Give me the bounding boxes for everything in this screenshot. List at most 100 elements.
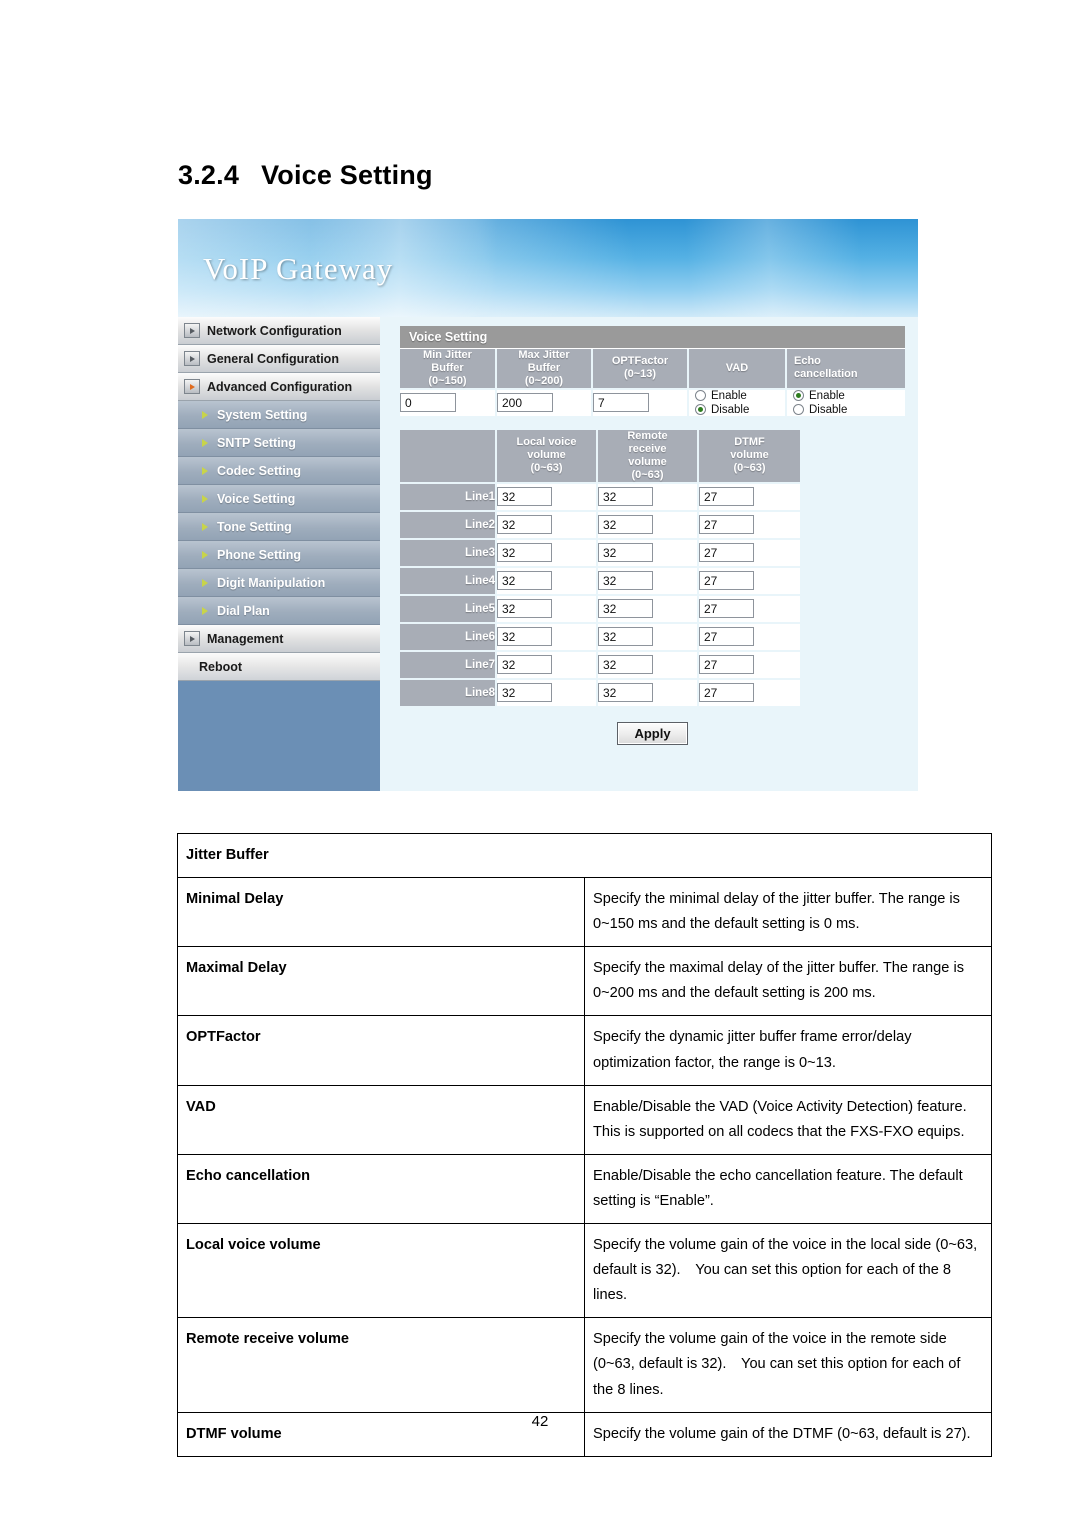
sidebar-item-label: System Setting [217,407,308,422]
remote-volume-input[interactable]: 32 [598,515,653,535]
sidebar-item-label: Digit Manipulation [217,575,326,590]
voip-gateway-screenshot: VoIP Gateway Network Configuration Genera… [178,219,918,791]
cell-echo-cancellation: Enable Disable [786,388,905,418]
sidebar-item-label: General Configuration [207,351,339,366]
cell-max-jitter-buffer: 200 [496,388,593,418]
dtmf-volume-input[interactable]: 27 [699,515,754,535]
echo-disable-radio[interactable]: Disable [793,404,905,416]
sidebar-subitem-0[interactable]: System Setting [178,401,380,429]
table-header-row: Min Jitter Buffer (0~150) Max Jitter Buf… [400,349,905,390]
local-volume-input[interactable]: 32 [497,571,552,591]
apply-button-container: Apply [400,708,905,745]
local-volume-input[interactable]: 32 [497,515,552,535]
table-header-row: Local voice volume (0~63) Remote receive… [400,429,800,484]
doc-row: OPTFactor Specify the dynamic jitter buff… [177,1015,992,1086]
local-volume-input[interactable]: 32 [497,683,552,703]
remote-volume-input[interactable]: 32 [598,599,653,619]
triangle-right-icon [202,606,208,615]
line-label: Line7 [400,650,497,680]
local-volume-input[interactable]: 32 [497,599,552,619]
remote-volume-input[interactable]: 32 [598,543,653,563]
sidebar-item-management[interactable]: Management [178,625,380,653]
app-banner: VoIP Gateway [178,219,918,317]
table-row: Line2 32 32 27 [400,510,800,540]
dtmf-volume-input[interactable]: 27 [699,599,754,619]
doc-row: Remote receive volume Specify the volume … [177,1317,992,1413]
cell-dtmf-volume: 27 [698,482,800,512]
vad-enable-radio[interactable]: Enable [695,390,785,402]
sidebar-subitem-4[interactable]: Tone Setting [178,513,380,541]
optfactor-input[interactable]: 7 [593,393,649,413]
remote-volume-input[interactable]: 32 [598,627,653,647]
dtmf-volume-input[interactable]: 27 [699,655,754,675]
header-local-voice-volume: Local voice volume (0~63) [496,429,598,484]
section-title: Voice Setting [261,160,433,190]
cell-remote-volume: 32 [597,538,699,568]
doc-description: Specify the volume gain of the voice in … [584,1223,992,1319]
remote-volume-input[interactable]: 32 [598,571,653,591]
sidebar-item-top-0[interactable]: Network Configuration [178,317,380,345]
table-row: Line4 32 32 27 [400,566,800,596]
section-number: 3.2.4 [178,160,240,190]
cell-remote-volume: 32 [597,482,699,512]
cell-local-volume: 32 [496,566,598,596]
echo-enable-radio[interactable]: Enable [793,390,905,402]
doc-term: Remote receive volume [177,1317,585,1413]
cell-dtmf-volume: 27 [698,566,800,596]
line-volume-table: Local voice volume (0~63) Remote receive… [400,429,800,708]
cell-optfactor: 7 [592,388,689,418]
line-label: Line3 [400,538,497,568]
sidebar-sub-nav-group: System Setting SNTP Setting Codec Setting V… [178,401,380,625]
table-row: Line6 32 32 27 [400,622,800,652]
sidebar-subitem-2[interactable]: Codec Setting [178,457,380,485]
cell-remote-volume: 32 [597,594,699,624]
cell-remote-volume: 32 [597,566,699,596]
local-volume-input[interactable]: 32 [497,543,552,563]
sidebar-item-top-1[interactable]: General Configuration [178,345,380,373]
dtmf-volume-input[interactable]: 27 [699,683,754,703]
header-echo-cancellation: Echo cancellation [786,349,905,390]
radio-dot-icon [793,390,804,402]
triangle-right-icon [202,494,208,503]
local-volume-input[interactable]: 32 [497,487,552,507]
doc-term: OPTFactor [177,1015,585,1086]
sidebar-item-top-2[interactable]: Advanced Configuration [178,373,380,401]
cell-dtmf-volume: 27 [698,622,800,652]
sidebar-subitem-7[interactable]: Dial Plan [178,597,380,625]
doc-term: Minimal Delay [177,877,585,948]
dtmf-volume-input[interactable]: 27 [699,487,754,507]
triangle-right-icon [202,410,208,419]
apply-button[interactable]: Apply [617,721,688,745]
doc-row: Maximal Delay Specify the maximal delay o… [177,946,992,1017]
sidebar-item-label: Network Configuration [207,323,342,338]
page-number: 42 [531,1413,549,1430]
remote-volume-input[interactable]: 32 [598,683,653,703]
max-jitter-buffer-input[interactable]: 200 [497,393,553,413]
cell-dtmf-volume: 27 [698,650,800,680]
local-volume-input[interactable]: 32 [497,627,552,647]
sidebar-subitem-3[interactable]: Voice Setting [178,485,380,513]
sidebar-item-reboot[interactable]: Reboot [178,653,380,681]
cell-dtmf-volume: 27 [698,594,800,624]
doc-row: VAD Enable/Disable the VAD (Voice Activit… [177,1084,992,1155]
line-label: Line8 [400,678,497,708]
sidebar-subitem-1[interactable]: SNTP Setting [178,429,380,457]
doc-description: Specify the volume gain of the voice in … [584,1317,992,1413]
sidebar-item-label: Advanced Configuration [207,379,353,394]
remote-volume-input[interactable]: 32 [598,487,653,507]
dtmf-volume-input[interactable]: 27 [699,571,754,591]
vad-disable-radio[interactable]: Disable [695,404,785,416]
sidebar-subitem-6[interactable]: Digit Manipulation [178,569,380,597]
doc-group-header-row: Jitter Buffer [177,832,992,879]
dtmf-volume-input[interactable]: 27 [699,543,754,563]
triangle-right-icon [184,631,200,646]
local-volume-input[interactable]: 32 [497,655,552,675]
dtmf-volume-input[interactable]: 27 [699,627,754,647]
sidebar-subitem-5[interactable]: Phone Setting [178,541,380,569]
cell-vad: Enable Disable [688,388,787,418]
cell-local-volume: 32 [496,622,598,652]
parameter-description-table: Jitter Buffer Minimal Delay Specify the mi… [177,832,992,1457]
header-max-jitter-buffer: Max Jitter Buffer (0~200) [496,349,593,390]
remote-volume-input[interactable]: 32 [598,655,653,675]
min-jitter-buffer-input[interactable]: 0 [400,393,456,413]
